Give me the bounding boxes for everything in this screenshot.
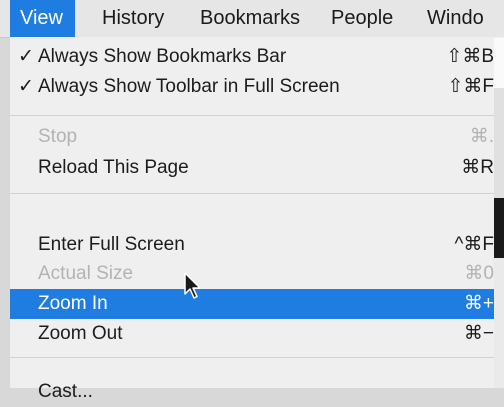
menu-separator bbox=[10, 115, 504, 116]
menu-item-always-show-bookmarks-bar[interactable]: ✓ Always Show Bookmarks Bar ⇧⌘B bbox=[10, 42, 504, 72]
menu-item-zoom-out[interactable]: Zoom Out ⌘− bbox=[10, 319, 504, 349]
menu-item-shortcut: ⇧⌘F bbox=[447, 76, 494, 97]
arrow-pointer-icon bbox=[184, 272, 201, 299]
menu-item-label: Enter Full Screen bbox=[38, 234, 185, 255]
checkmark-icon: ✓ bbox=[18, 46, 34, 67]
menu-item-label: Zoom Out bbox=[38, 323, 123, 344]
menu-item-shortcut: ⌘0 bbox=[464, 263, 494, 284]
menu-item-shortcut: ⇧⌘B bbox=[446, 46, 494, 67]
menu-item-shortcut: ^⌘F bbox=[454, 234, 494, 255]
background-window-edge bbox=[494, 88, 504, 198]
menu-item-shortcut: ⌘. bbox=[469, 126, 494, 147]
menu-item-shortcut: ⌘− bbox=[463, 323, 494, 344]
menubar-people[interactable]: People bbox=[331, 0, 393, 37]
menu-item-always-show-toolbar[interactable]: ✓ Always Show Toolbar in Full Screen ⇧⌘F bbox=[10, 72, 504, 102]
menu-item-shortcut: ⌘R bbox=[461, 157, 494, 178]
menu-item-reload-this-page[interactable]: Reload This Page ⌘R bbox=[10, 153, 504, 183]
menu-item-label: Actual Size bbox=[38, 263, 134, 284]
menubar-view[interactable]: View bbox=[10, 0, 75, 37]
menu-item-label: Cast... bbox=[38, 381, 93, 402]
menu-item-label: Always Show Toolbar in Full Screen bbox=[38, 76, 340, 97]
menu-item-label: Always Show Bookmarks Bar bbox=[38, 46, 287, 67]
menu-item-enter-full-screen[interactable]: Enter Full Screen ^⌘F bbox=[10, 230, 504, 260]
background-window-edge bbox=[494, 258, 504, 388]
menu-item-actual-size: Actual Size ⌘0 bbox=[10, 259, 504, 289]
menu-item-label: Zoom In bbox=[38, 293, 108, 314]
menu-item-zoom-in[interactable]: Zoom In ⌘+ bbox=[10, 289, 504, 319]
menu-item-label: Reload This Page bbox=[38, 157, 189, 178]
background-window-edge bbox=[494, 38, 504, 88]
menu-item-stop: Stop ⌘. bbox=[10, 122, 504, 152]
menu-bar: View History Bookmarks People Windo bbox=[0, 0, 504, 38]
menu-item-cast[interactable]: Cast... bbox=[10, 377, 504, 407]
view-menu: ✓ Always Show Bookmarks Bar ⇧⌘B ✓ Always… bbox=[10, 37, 504, 402]
menu-item-shortcut: ⌘+ bbox=[463, 293, 494, 314]
menubar-window[interactable]: Windo bbox=[427, 0, 484, 37]
checkmark-icon: ✓ bbox=[18, 76, 34, 97]
menubar-history[interactable]: History bbox=[102, 0, 164, 37]
menu-separator bbox=[10, 193, 504, 194]
menu-separator bbox=[10, 357, 504, 358]
menu-item-label: Stop bbox=[38, 126, 78, 147]
menubar-bookmarks[interactable]: Bookmarks bbox=[200, 0, 300, 37]
background-window-edge bbox=[494, 198, 504, 258]
